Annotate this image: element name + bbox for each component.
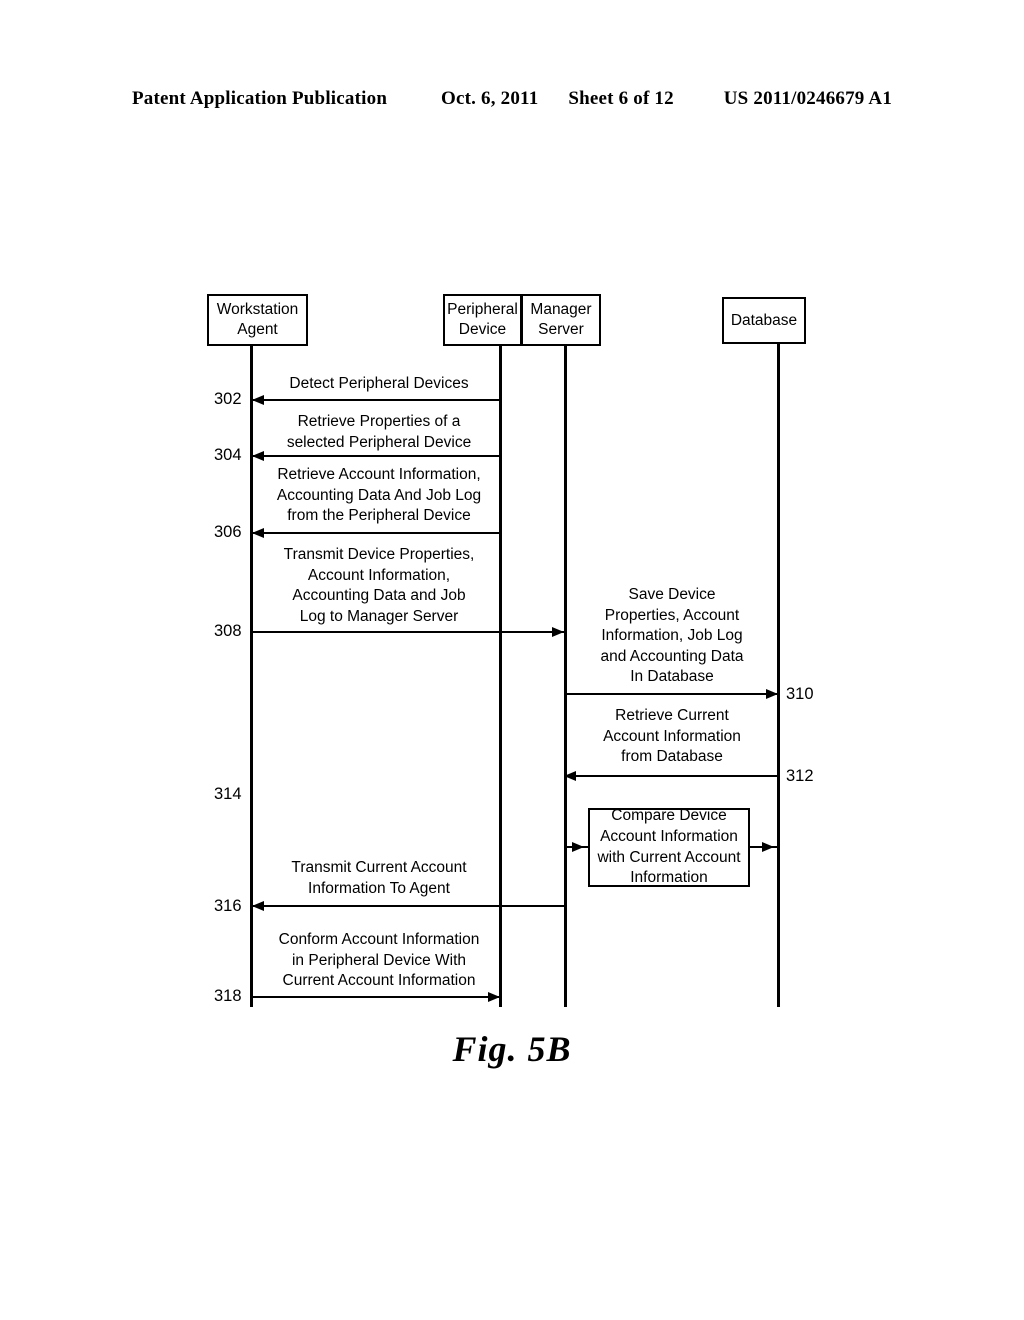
ref-numeral-304: 304 bbox=[214, 446, 242, 464]
ref-numeral-308: 308 bbox=[214, 622, 242, 640]
actor-label-line1: Workstation bbox=[216, 301, 299, 319]
actor-box-manager-server: Manager Server bbox=[521, 294, 601, 346]
ref-numeral-302: 302 bbox=[214, 390, 242, 408]
message-line-310 bbox=[564, 693, 778, 695]
actor-label-line2: Device bbox=[458, 321, 507, 338]
actor-label-line2: Server bbox=[538, 321, 584, 338]
arrow-head-310 bbox=[766, 689, 778, 699]
actor-label-line1: Manager bbox=[530, 301, 592, 319]
arrow-head-302 bbox=[252, 395, 264, 405]
message-line-302 bbox=[252, 399, 500, 401]
arrow-head-304 bbox=[252, 451, 264, 461]
message-label-302: Detect Peripheral Devices bbox=[289, 375, 469, 392]
message-label-308: Transmit Device Properties, Account Info… bbox=[283, 546, 475, 625]
arrow-head-312 bbox=[564, 771, 576, 781]
ref-numeral-306: 306 bbox=[214, 523, 242, 541]
message-label-312: Retrieve Current Account Information fro… bbox=[603, 707, 741, 766]
message-line-312 bbox=[564, 775, 778, 777]
ref-numeral-314: 314 bbox=[214, 785, 242, 803]
arrow-head-306 bbox=[252, 528, 264, 538]
arrow-head-316 bbox=[252, 901, 264, 911]
message-label-310: Save Device Properties, Account Informat… bbox=[600, 586, 744, 686]
ref-numeral-312: 312 bbox=[786, 767, 814, 785]
process-box-compare-account-information: Compare Device Account Information with … bbox=[588, 807, 750, 887]
actor-box-workstation-agent: Workstation Agent bbox=[207, 294, 308, 346]
message-label-304: Retrieve Properties of a selected Periph… bbox=[286, 413, 472, 451]
actor-box-database: Database bbox=[722, 297, 806, 344]
ref-numeral-318: 318 bbox=[214, 987, 242, 1005]
message-label-316: Transmit Current Account Information To … bbox=[291, 859, 467, 897]
message-line-304 bbox=[252, 455, 500, 457]
message-label-318: Conform Account Information in Periphera… bbox=[278, 931, 480, 990]
message-label-306: Retrieve Account Information, Accounting… bbox=[276, 466, 482, 525]
figure-caption: Fig. 5B bbox=[452, 1029, 572, 1069]
actor-box-peripheral-device: Peripheral Device bbox=[443, 294, 522, 346]
arrow-head-process-out bbox=[762, 842, 774, 852]
ref-numeral-316: 316 bbox=[214, 897, 242, 915]
message-line-306 bbox=[252, 532, 500, 534]
arrow-head-308 bbox=[552, 627, 564, 637]
actor-label-line1: Database bbox=[730, 311, 798, 329]
actor-label-line1: Peripheral bbox=[447, 301, 518, 319]
arrow-head-318 bbox=[488, 992, 500, 1002]
actor-label-line2: Agent bbox=[237, 321, 278, 338]
message-line-318 bbox=[250, 996, 500, 998]
arrow-head-process-in bbox=[572, 842, 584, 852]
message-line-308 bbox=[250, 631, 564, 633]
sequence-diagram: Workstation Agent Peripheral Device Mana… bbox=[0, 0, 1024, 1320]
ref-numeral-310: 310 bbox=[786, 685, 814, 703]
message-line-316 bbox=[252, 905, 566, 907]
